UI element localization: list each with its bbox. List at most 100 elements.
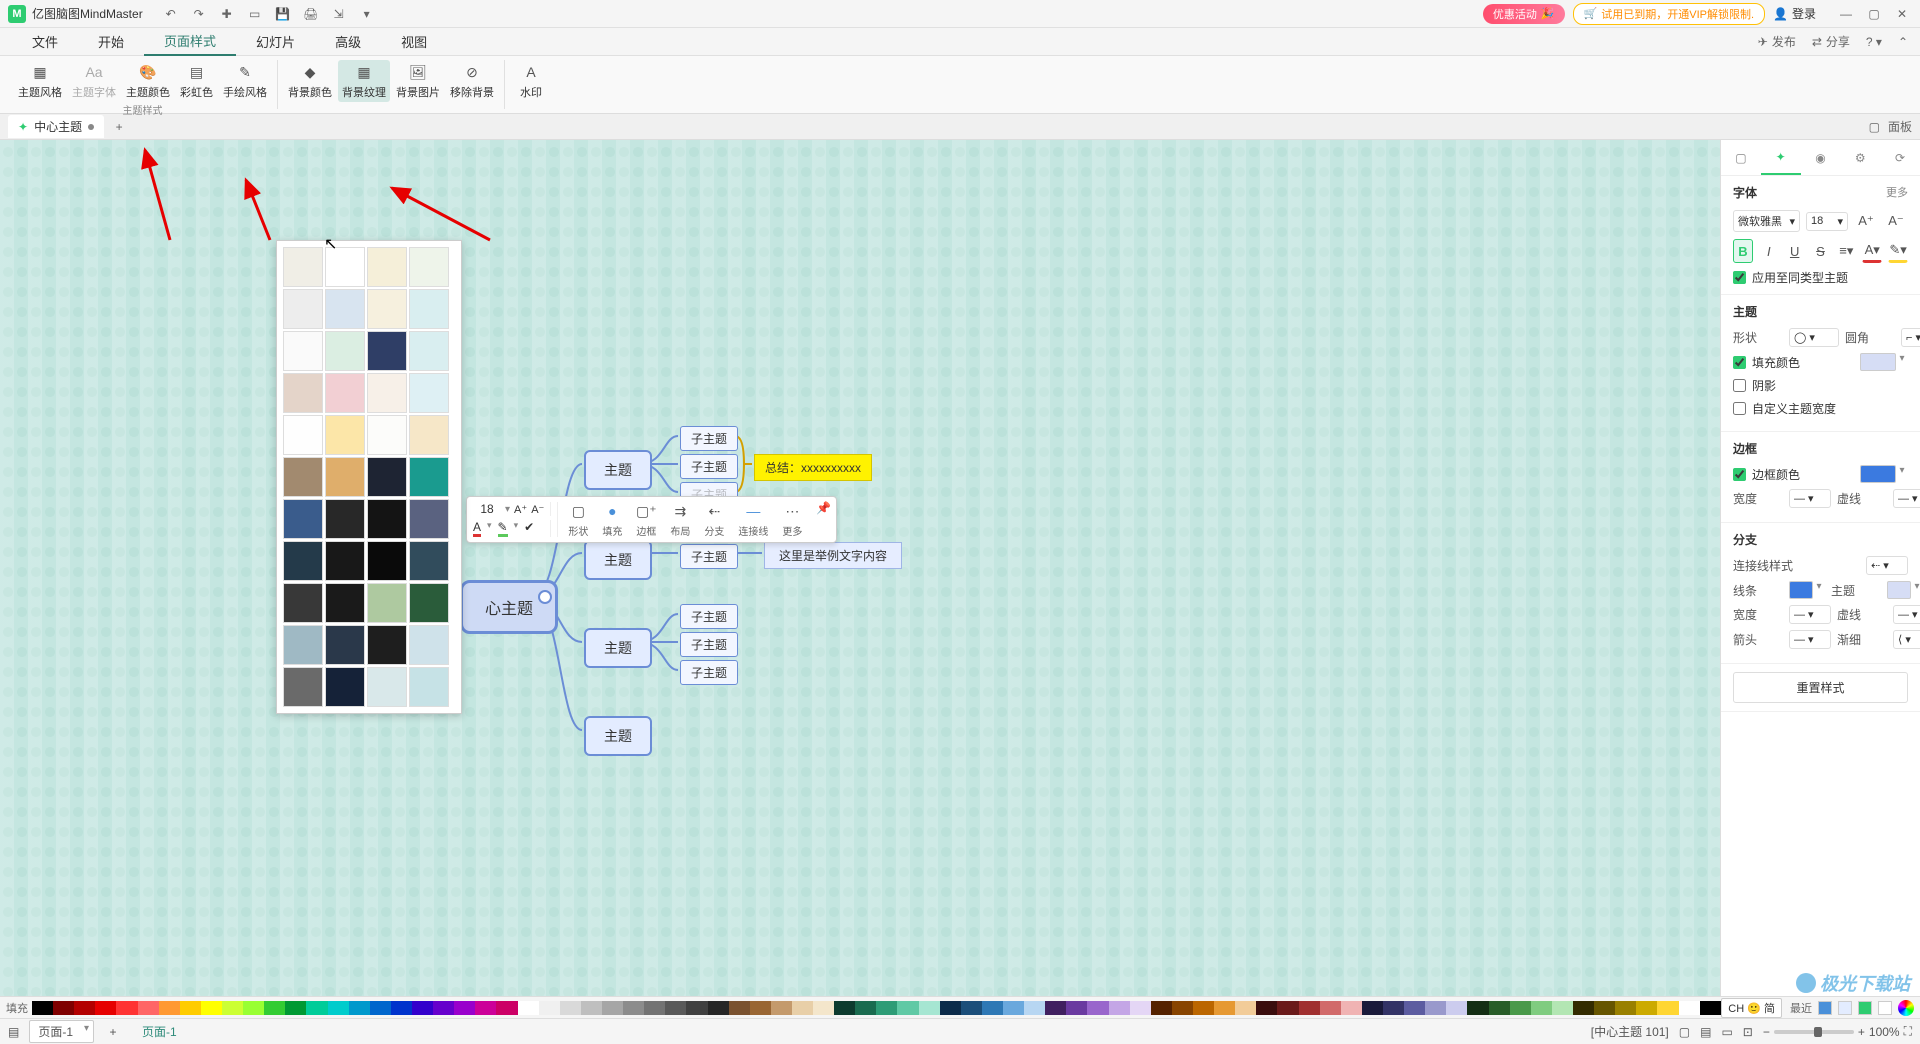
- texture-swatch[interactable]: [367, 415, 407, 455]
- color-swatch[interactable]: [1277, 1001, 1298, 1015]
- color-swatch[interactable]: [475, 1001, 496, 1015]
- rp-tab-page[interactable]: ▢: [1721, 140, 1761, 175]
- color-swatch[interactable]: [1425, 1001, 1446, 1015]
- texture-swatch[interactable]: [283, 415, 323, 455]
- chevron-down-icon[interactable]: ▾: [505, 504, 510, 515]
- color-swatch[interactable]: [1446, 1001, 1467, 1015]
- color-swatch[interactable]: [560, 1001, 581, 1015]
- highlight-icon[interactable]: ✎▾: [1888, 239, 1908, 263]
- recent-swatch[interactable]: [1838, 1001, 1852, 1015]
- color-swatch[interactable]: [919, 1001, 940, 1015]
- texture-swatch[interactable]: [325, 457, 365, 497]
- presentation-icon[interactable]: ▭: [1721, 1025, 1732, 1039]
- color-swatch[interactable]: [686, 1001, 707, 1015]
- color-swatch[interactable]: [729, 1001, 750, 1015]
- texture-swatch[interactable]: [409, 247, 449, 287]
- page-select[interactable]: 页面-1: [29, 1020, 94, 1043]
- rp-tab-style[interactable]: ✦: [1761, 140, 1801, 175]
- color-swatch[interactable]: [116, 1001, 137, 1015]
- color-swatch[interactable]: [581, 1001, 602, 1015]
- login-button[interactable]: 👤 登录: [1773, 5, 1816, 22]
- ribbon-theme-color[interactable]: 🎨主题颜色: [122, 60, 174, 102]
- texture-swatch[interactable]: [367, 625, 407, 665]
- menu-pagestyle[interactable]: 页面样式: [144, 27, 236, 56]
- increase-font-icon[interactable]: A⁺: [1854, 209, 1878, 233]
- view-icon[interactable]: ▢: [1679, 1025, 1690, 1039]
- texture-swatch[interactable]: [283, 541, 323, 581]
- chevron-down-icon[interactable]: ▾: [1896, 353, 1908, 371]
- color-swatch[interactable]: [1510, 1001, 1531, 1015]
- redo-icon[interactable]: ↷: [191, 6, 207, 22]
- color-swatch[interactable]: [602, 1001, 623, 1015]
- color-swatch[interactable]: [1636, 1001, 1657, 1015]
- texture-swatch[interactable]: [325, 667, 365, 707]
- color-swatch[interactable]: [623, 1001, 644, 1015]
- open-icon[interactable]: ▭: [247, 6, 263, 22]
- color-swatch[interactable]: [32, 1001, 53, 1015]
- texture-swatch[interactable]: [283, 625, 323, 665]
- color-swatch[interactable]: [1299, 1001, 1320, 1015]
- texture-swatch[interactable]: [367, 373, 407, 413]
- example-node[interactable]: 这里是举例文字内容: [764, 542, 902, 569]
- pin-icon[interactable]: 📌: [816, 501, 830, 515]
- color-swatch[interactable]: [940, 1001, 961, 1015]
- color-swatch[interactable]: [897, 1001, 918, 1015]
- color-swatch[interactable]: [243, 1001, 264, 1015]
- panel-toggle-icon[interactable]: ▢: [1869, 120, 1880, 134]
- color-swatch[interactable]: [1130, 1001, 1151, 1015]
- color-swatch[interactable]: [792, 1001, 813, 1015]
- chevron-down-icon[interactable]: ▾: [1911, 581, 1920, 599]
- color-swatch[interactable]: [1193, 1001, 1214, 1015]
- main-node[interactable]: 主题: [584, 450, 652, 490]
- close-icon[interactable]: ✕: [1892, 4, 1912, 24]
- texture-swatch[interactable]: [367, 289, 407, 329]
- texture-swatch[interactable]: [409, 289, 449, 329]
- corner-select[interactable]: ⌐ ▾: [1901, 328, 1920, 347]
- color-swatch[interactable]: [1045, 1001, 1066, 1015]
- border-dash-select[interactable]: — ▾: [1893, 489, 1920, 508]
- fit-icon[interactable]: ⛶: [1904, 1024, 1912, 1039]
- sub-node[interactable]: 子主题: [680, 660, 738, 685]
- bold-icon[interactable]: B: [1733, 239, 1753, 263]
- texture-swatch[interactable]: [367, 331, 407, 371]
- texture-swatch[interactable]: [283, 583, 323, 623]
- color-swatch[interactable]: [1235, 1001, 1256, 1015]
- underline-icon[interactable]: U: [1785, 239, 1805, 263]
- color-swatch[interactable]: [496, 1001, 517, 1015]
- color-swatch[interactable]: [834, 1001, 855, 1015]
- fontcolor-icon[interactable]: A▾: [1862, 239, 1882, 263]
- ime-indicator[interactable]: CH 🙂 简: [1721, 998, 1782, 1018]
- print-icon[interactable]: 🖨: [303, 6, 319, 22]
- rp-tab-history[interactable]: ⟳: [1880, 140, 1920, 175]
- add-tab-button[interactable]: +: [110, 118, 128, 136]
- color-swatch[interactable]: [1552, 1001, 1573, 1015]
- float-border[interactable]: ▢⁺边框: [632, 501, 660, 538]
- texture-swatch[interactable]: [409, 457, 449, 497]
- color-swatch[interactable]: [1383, 1001, 1404, 1015]
- color-swatch[interactable]: [1489, 1001, 1510, 1015]
- color-swatch[interactable]: [1109, 1001, 1130, 1015]
- color-swatch[interactable]: [1467, 1001, 1488, 1015]
- outline-view-icon[interactable]: ▤: [1700, 1025, 1711, 1039]
- texture-swatch[interactable]: [367, 247, 407, 287]
- texture-swatch[interactable]: [325, 289, 365, 329]
- chevron-down-icon[interactable]: ▾: [1813, 581, 1825, 599]
- color-swatch[interactable]: [1024, 1001, 1045, 1015]
- recent-swatch[interactable]: [1858, 1001, 1872, 1015]
- texture-swatch[interactable]: [283, 499, 323, 539]
- ribbon-handdrawn[interactable]: ✎手绘风格: [219, 60, 271, 102]
- main-node[interactable]: 主题: [584, 540, 652, 580]
- ribbon-bgtexture[interactable]: ▦背景纹理: [338, 60, 390, 102]
- callout-node[interactable]: 总结：xxxxxxxxxx: [754, 454, 872, 481]
- ribbon-rainbow[interactable]: ▤彩虹色: [176, 60, 217, 102]
- texture-swatch[interactable]: [367, 499, 407, 539]
- color-swatch[interactable]: [159, 1001, 180, 1015]
- color-swatch[interactable]: [1657, 1001, 1678, 1015]
- color-swatch[interactable]: [1151, 1001, 1172, 1015]
- texture-swatch[interactable]: [283, 667, 323, 707]
- conn-style-select[interactable]: ⇠ ▾: [1866, 556, 1908, 575]
- color-swatch[interactable]: [1404, 1001, 1425, 1015]
- collapse-ribbon-icon[interactable]: ⌃: [1898, 35, 1908, 49]
- color-swatch[interactable]: [1362, 1001, 1383, 1015]
- rp-more[interactable]: 更多: [1886, 184, 1908, 201]
